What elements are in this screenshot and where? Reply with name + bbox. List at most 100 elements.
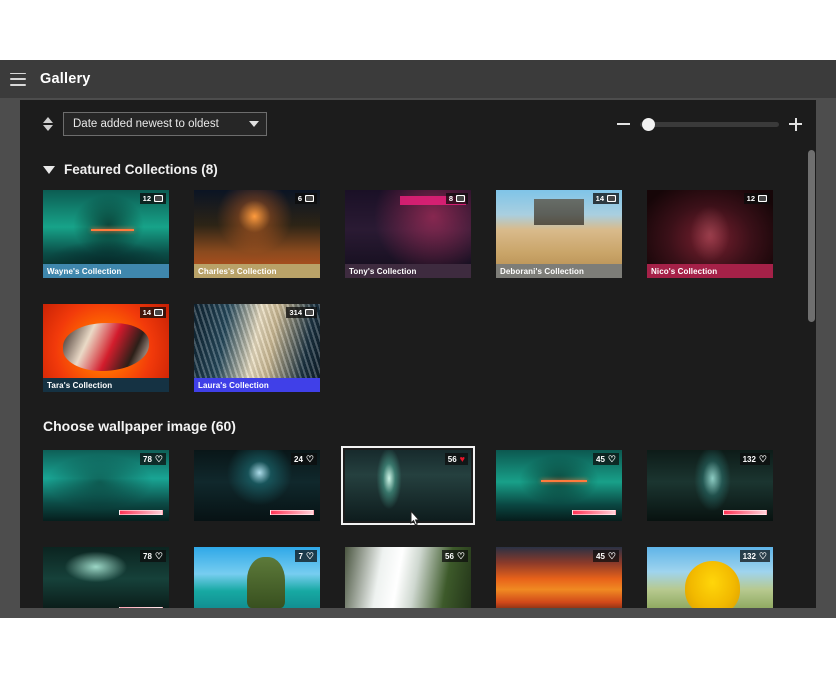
collection-card[interactable]: 314 Laura's Collection [194,304,320,392]
collection-count-badge: 12 [139,193,166,204]
zoom-slider-knob[interactable] [642,117,655,131]
wallpaper-card[interactable]: 56 ♡ [345,547,471,608]
collection-card[interactable]: 14 Tara's Collection [43,304,169,392]
heart-icon[interactable]: ♡ [306,551,314,561]
choose-wallpaper-title: Choose wallpaper image (60) [43,418,236,434]
collection-count-badge: 8 [445,193,468,204]
window-titlebar: Gallery [0,60,836,98]
wallpaper-card[interactable]: 45 ♡ [496,547,622,608]
collection-count: 314 [289,308,302,317]
collection-card[interactable]: 12 Nico's Collection [647,190,773,278]
wallpaper-card[interactable]: 78 ♡ [43,450,169,521]
sort-arrows-icon[interactable] [43,117,53,131]
like-badge[interactable]: 24 ♡ [291,453,317,465]
heart-icon[interactable]: ♡ [759,454,767,464]
hud-bar [723,510,767,515]
collection-label: Laura's Collection [194,378,320,392]
like-count: 24 [294,454,303,464]
like-count: 78 [143,454,152,464]
featured-collections-header[interactable]: Featured Collections (8) [43,162,816,177]
wallpaper-card-selected[interactable]: 56 ♥ [341,446,475,526]
wallpaper-card[interactable]: 132 ♡ [647,547,773,608]
heart-icon[interactable]: ♡ [306,454,314,464]
like-count: 78 [143,551,152,561]
like-badge[interactable]: 45 ♡ [593,550,619,562]
like-badge[interactable]: 7 ♡ [295,550,317,562]
sort-control: Date added newest to oldest [43,112,267,136]
hud-bar [119,607,163,608]
like-count: 132 [742,551,756,561]
collection-card[interactable]: 6 Charles's Collection [194,190,320,278]
album-icon [154,309,163,316]
collection-count-badge: 14 [592,193,619,204]
scrollbar-thumb[interactable] [808,150,815,322]
plus-icon[interactable] [789,117,802,131]
like-count: 56 [445,551,454,561]
heart-icon[interactable]: ♥ [460,454,465,464]
like-count: 56 [447,454,457,464]
like-count: 7 [298,551,303,561]
sort-order-select[interactable]: Date added newest to oldest [63,112,267,136]
collection-count-badge: 314 [286,307,317,318]
featured-collections-grid: 12 Wayne's Collection 6 Charles's Collectio… [43,190,816,392]
collection-label: Charles's Collection [194,264,320,278]
screen: Gallery Date added newest to oldest Feat… [0,0,836,690]
collection-name: Tony's Collection [349,266,417,276]
wallpaper-card[interactable]: 132 ♡ [647,450,773,521]
collection-count: 8 [448,194,453,203]
collection-count-badge: 6 [294,193,317,204]
collection-label: Tony's Collection [345,264,471,278]
triangle-down-icon[interactable] [43,165,55,174]
collection-count: 12 [746,194,755,203]
collection-count: 6 [297,194,302,203]
like-badge[interactable]: 132 ♡ [739,550,770,562]
chevron-down-icon [249,121,259,127]
album-icon [456,195,465,202]
collection-label: Tara's Collection [43,378,169,392]
collection-count-badge: 12 [743,193,770,204]
like-count: 45 [596,454,605,464]
wallpaper-card[interactable]: 7 ♡ [194,547,320,608]
minus-icon[interactable] [617,123,630,125]
heart-icon[interactable]: ♡ [457,551,465,561]
collection-name: Wayne's Collection [47,266,122,276]
album-icon [758,195,767,202]
like-badge[interactable]: 78 ♡ [140,550,166,562]
heart-icon[interactable]: ♡ [155,454,163,464]
collection-name: Tara's Collection [47,380,113,390]
collection-count-badge: 14 [139,307,166,318]
album-icon [154,195,163,202]
collection-label: Deborani's Collection [496,264,622,278]
collection-name: Deborani's Collection [500,266,585,276]
heart-icon[interactable]: ♡ [759,551,767,561]
album-icon [607,195,616,202]
wallpaper-card[interactable]: 24 ♡ [194,450,320,521]
wallpaper-grid: 78 ♡ 24 ♡ 56 ♥ 45 ♡ 132 ♡ 78 ♡ 7 ♡ 56 ♡ 45 ♡ 132 ♡ [43,446,816,608]
collection-card[interactable]: 12 Wayne's Collection [43,190,169,278]
wallpaper-card[interactable]: 78 ♡ [43,547,169,608]
like-badge[interactable]: 132 ♡ [739,453,770,465]
wallpaper-card[interactable]: 45 ♡ [496,450,622,521]
like-badge[interactable]: 56 ♡ [442,550,468,562]
collection-count: 12 [142,194,151,203]
collection-card[interactable]: 14 Deborani's Collection [496,190,622,278]
like-badge[interactable]: 56 ♥ [444,453,468,465]
heart-icon[interactable]: ♡ [608,454,616,464]
like-badge[interactable]: 45 ♡ [593,453,619,465]
collection-card[interactable]: 8 Tony's Collection [345,190,471,278]
app-title: Gallery [40,71,91,87]
heart-icon[interactable]: ♡ [155,551,163,561]
hud-bar [572,510,616,515]
collection-name: Nico's Collection [651,266,718,276]
collection-label: Nico's Collection [647,264,773,278]
hamburger-menu-icon[interactable] [10,72,26,86]
zoom-slider[interactable] [640,117,779,131]
heart-icon[interactable]: ♡ [608,551,616,561]
featured-collections-title: Featured Collections (8) [64,162,218,177]
hud-bar [270,510,314,515]
like-badge[interactable]: 78 ♡ [140,453,166,465]
vertical-scrollbar[interactable] [807,148,816,608]
zoom-control [617,100,802,148]
gallery-window: Date added newest to oldest Featured Col… [20,100,816,608]
gallery-scroll-area[interactable]: Featured Collections (8) 12 Wayne's Colle… [20,148,816,608]
